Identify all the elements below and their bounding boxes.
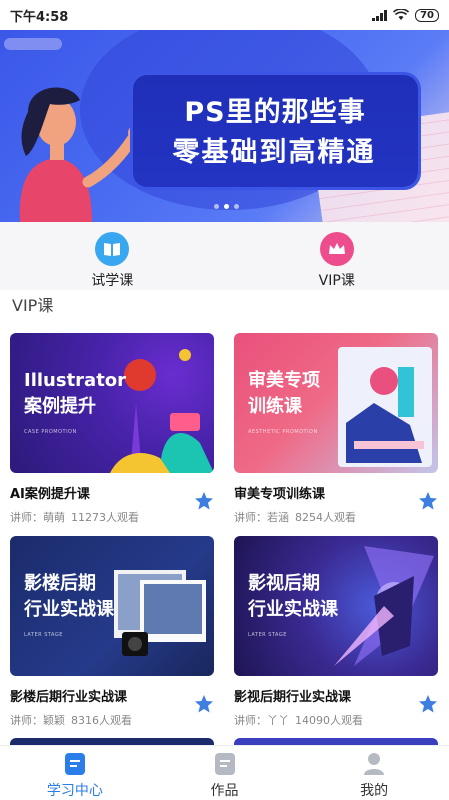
tab-label: 学习中心	[46, 783, 103, 799]
star-icon[interactable]	[418, 491, 438, 511]
course-thumbnail-subtitle: 案例提升	[24, 396, 96, 417]
course-thumbnail-subtitle: 训练课	[248, 396, 302, 417]
carousel-dot[interactable]	[234, 204, 239, 209]
course-title: 影楼后期行业实战课	[10, 690, 128, 705]
course-title: 审美专项训练课	[234, 487, 326, 502]
course-thumbnail-caption: AESTHETIC PROMOTION	[248, 429, 318, 435]
course-thumbnail-subtitle: 行业实战课	[248, 599, 338, 620]
wifi-icon	[393, 9, 410, 20]
signal-icon	[372, 9, 388, 21]
tab-study-center[interactable]: 学习中心	[0, 746, 150, 800]
course-views: 14090人观看	[295, 714, 363, 727]
course-views: 11273人观看	[71, 511, 139, 524]
status-time: 下午4:58	[10, 9, 69, 25]
course-thumbnail-title: Illustrator	[24, 370, 127, 391]
crown-icon	[319, 232, 354, 266]
status-icons: 70	[372, 8, 439, 22]
carousel-indicator[interactable]	[214, 204, 239, 209]
course-card[interactable]: 影视后期 行业实战课 LATER STAGE 影视后期行业实战课 讲师：丫丫 1…	[234, 536, 438, 728]
course-thumbnail[interactable]: 影楼后期 行业实战课 LATER STAGE	[10, 536, 214, 676]
course-title: AI案例提升课	[10, 487, 90, 502]
course-meta: 讲师：萌萌 11273人观看	[10, 509, 214, 525]
course-views: 8316人观看	[71, 714, 132, 727]
course-meta: 讲师：颖颖 8316人观看	[10, 712, 214, 728]
promo-banner[interactable]: PS里的那些事 零基础到高精通	[0, 30, 449, 222]
quick-nav-label: 试学课	[91, 273, 134, 289]
course-thumbnail[interactable]: 审美专项 训练课 AESTHETIC PROMOTION	[234, 333, 438, 473]
course-card[interactable]: 影楼后期 行业实战课 LATER STAGE 影楼后期行业实战课 讲师：颖颖 8…	[10, 536, 214, 728]
course-card[interactable]: Illustrator 案例提升 CASE PROMOTION AI案例提升课 …	[10, 333, 214, 525]
course-teacher: 讲师：若涵	[234, 511, 289, 524]
star-icon[interactable]	[194, 694, 214, 714]
status-bar: 下午4:58 70	[0, 0, 449, 30]
course-thumbnail-caption: CASE PROMOTION	[24, 429, 77, 435]
tab-profile[interactable]: 我的	[299, 746, 449, 800]
profile-icon	[364, 753, 385, 775]
tab-label: 作品	[210, 783, 239, 799]
carousel-dot[interactable]	[214, 204, 219, 209]
quick-nav: 试学课 VIP课	[0, 222, 449, 290]
section-title: VIP课	[12, 296, 54, 315]
course-thumbnail-caption: LATER STAGE	[24, 632, 63, 638]
tab-works[interactable]: 作品	[150, 746, 300, 800]
course-meta: 讲师：丫丫 14090人观看	[234, 712, 438, 728]
book-icon	[95, 232, 130, 266]
course-thumbnail-subtitle: 行业实战课	[24, 599, 114, 620]
works-icon	[214, 753, 235, 775]
study-icon	[64, 753, 85, 775]
course-thumbnail-title: 审美专项	[248, 370, 320, 391]
star-icon[interactable]	[194, 491, 214, 511]
course-title: 影视后期行业实战课	[234, 690, 352, 705]
course-teacher: 讲师：颖颖	[10, 714, 65, 727]
course-card[interactable]: 审美专项 训练课 AESTHETIC PROMOTION 审美专项训练课 讲师：…	[234, 333, 438, 525]
course-teacher: 讲师：丫丫	[234, 714, 289, 727]
course-teacher: 讲师：萌萌	[10, 511, 65, 524]
banner-title: PS里的那些事	[184, 97, 366, 128]
star-icon[interactable]	[418, 694, 438, 714]
banner-tag	[4, 38, 62, 50]
tab-label: 我的	[360, 783, 389, 799]
course-meta: 讲师：若涵 8254人观看	[234, 509, 438, 525]
course-thumbnail-caption: LATER STAGE	[248, 632, 287, 638]
course-thumbnail[interactable]: 影视后期 行业实战课 LATER STAGE	[234, 536, 438, 676]
quick-nav-vip[interactable]: VIP课	[225, 222, 449, 290]
course-thumbnail-title: 影视后期	[248, 573, 320, 594]
carousel-dot-active[interactable]	[224, 204, 229, 209]
banner-subtitle: 零基础到高精通	[172, 137, 376, 168]
bottom-tab-bar: 学习中心 作品 我的	[0, 745, 449, 800]
quick-nav-label: VIP课	[318, 273, 355, 289]
course-thumbnail-title: 影楼后期	[24, 573, 96, 594]
course-thumbnail[interactable]: Illustrator 案例提升 CASE PROMOTION	[10, 333, 214, 473]
course-views: 8254人观看	[295, 511, 356, 524]
battery-icon: 70	[415, 8, 439, 22]
quick-nav-trial[interactable]: 试学课	[0, 222, 225, 290]
